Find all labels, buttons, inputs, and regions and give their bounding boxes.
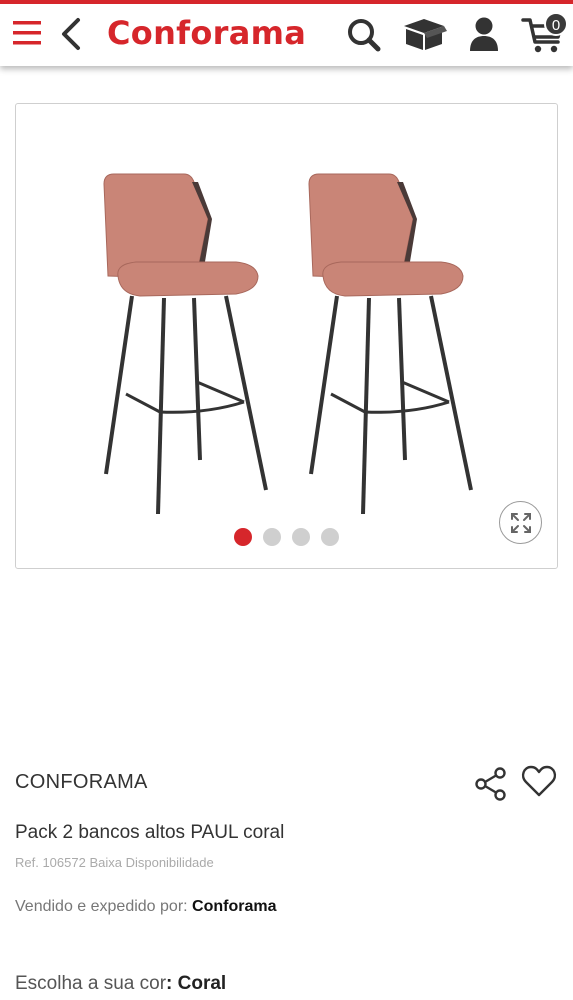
menu-icon[interactable] — [12, 19, 42, 47]
heart-icon[interactable] — [521, 764, 557, 798]
product-title: Pack 2 bancos altos PAUL coral — [15, 822, 285, 843]
carousel-dot[interactable] — [321, 528, 339, 546]
conforama-logo[interactable]: Conforama — [107, 14, 306, 52]
user-icon[interactable] — [468, 16, 500, 52]
product-image-gallery[interactable] — [15, 103, 558, 569]
seller-info: Vendido e expedido por: Conforama — [15, 898, 276, 916]
expand-icon — [511, 513, 531, 533]
expand-image-button[interactable] — [499, 501, 542, 544]
seller-label: Vendido e expedido por: — [15, 898, 193, 915]
selected-color: : Coral — [166, 973, 227, 994]
color-selector-label: Escolha a sua cor: Coral — [15, 973, 226, 995]
carousel-dot[interactable] — [263, 528, 281, 546]
search-icon[interactable] — [346, 17, 382, 53]
share-icon[interactable] — [474, 766, 508, 802]
carousel-dot[interactable] — [234, 528, 252, 546]
product-image[interactable] — [96, 164, 486, 584]
top-navigation-bar: Conforama 0 — [0, 0, 573, 66]
box-icon[interactable] — [400, 16, 448, 52]
product-reference: Ref. 106572 Baixa Disponibilidade — [15, 855, 214, 870]
carousel-dots — [234, 528, 350, 546]
carousel-dot[interactable] — [292, 528, 310, 546]
seller-name[interactable]: Conforama — [192, 898, 276, 915]
back-icon[interactable] — [58, 16, 86, 52]
color-label: Escolha a sua cor — [15, 973, 167, 994]
cart-count-badge: 0 — [544, 12, 568, 36]
product-brand[interactable]: CONFORAMA — [15, 771, 148, 794]
